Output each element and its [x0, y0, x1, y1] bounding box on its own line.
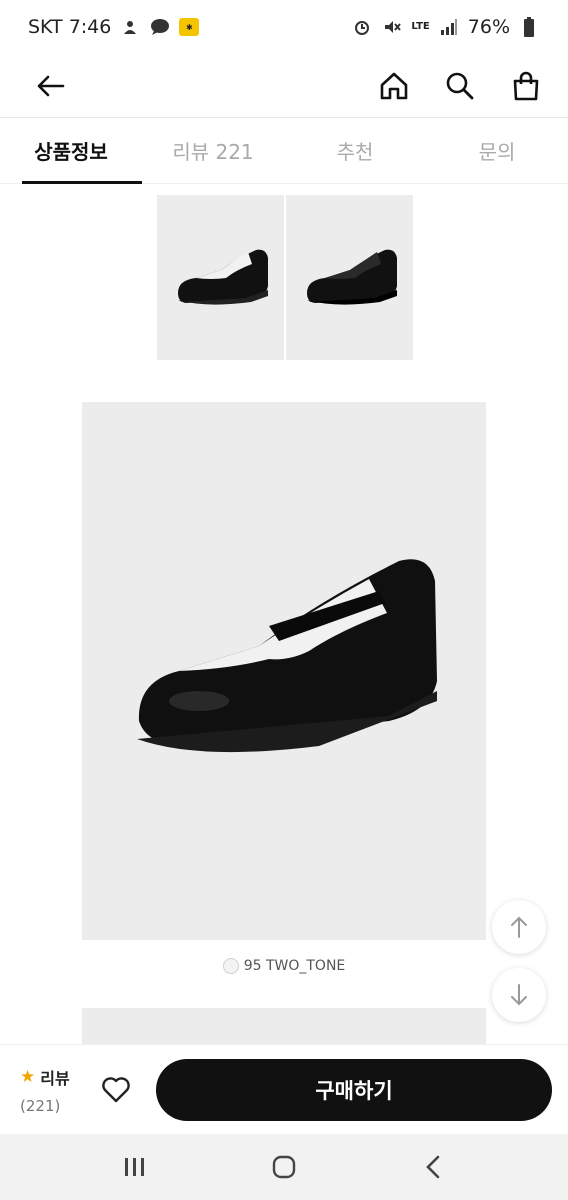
cart-button[interactable]: [508, 68, 544, 104]
app-bar: [0, 54, 568, 118]
tab-product-info[interactable]: 상품정보: [0, 118, 142, 184]
app-badge-icon: ✱: [179, 18, 200, 36]
home-icon: [380, 72, 408, 99]
scroll-top-button[interactable]: [492, 900, 546, 954]
tab-recommend[interactable]: 추천: [284, 118, 426, 183]
chat-icon: [149, 16, 171, 38]
color-swatch: [222, 958, 239, 974]
tab-reviews[interactable]: 리뷰 221: [142, 118, 284, 183]
carrier-time: SKT 7:46: [28, 16, 112, 38]
status-bar: SKT 7:46 ✱ LTE 76%: [0, 0, 568, 54]
arrow-up-icon: [511, 916, 527, 938]
alarm-icon: [351, 16, 373, 38]
wishlist-button[interactable]: [96, 1070, 136, 1110]
thumbnail-black[interactable]: [286, 195, 413, 360]
home-nav-button[interactable]: [259, 1147, 309, 1187]
product-main-image: [82, 402, 486, 940]
status-left: SKT 7:46 ✱: [28, 16, 200, 38]
review-count: (221): [20, 1096, 61, 1115]
loafer-black-image: [306, 249, 397, 305]
review-label: 리뷰: [40, 1068, 70, 1088]
back-button[interactable]: [32, 68, 68, 104]
network-type: LTE: [411, 21, 430, 32]
loafer-two-tone-large-image: [137, 559, 437, 753]
scroll-bottom-button[interactable]: [492, 968, 546, 1022]
notification-icon: [119, 16, 141, 38]
product-next-image: [82, 1008, 486, 1048]
home-button[interactable]: [376, 68, 412, 104]
product-thumbnails: [157, 195, 413, 360]
search-button[interactable]: [442, 68, 478, 104]
back-nav-button[interactable]: [408, 1147, 458, 1187]
recent-apps-icon: [124, 1158, 144, 1176]
shopping-bag-icon: [513, 71, 539, 100]
color-option-label: 95 TWO_TONE: [243, 958, 346, 974]
home-nav-icon: [272, 1155, 296, 1179]
mute-icon: [381, 16, 403, 38]
app-bar-actions: [376, 68, 544, 104]
signal-icon: [438, 16, 460, 38]
review-summary[interactable]: ★ 리뷰 (221): [20, 1065, 80, 1115]
heart-icon: [102, 1076, 130, 1102]
system-nav-bar: [0, 1134, 568, 1200]
review-summary-top: ★ 리뷰: [20, 1065, 70, 1089]
arrow-left-icon: [37, 75, 65, 96]
recent-apps-button[interactable]: [110, 1147, 160, 1187]
battery-icon: [518, 16, 540, 38]
purchase-bar: ★ 리뷰 (221) 구매하기: [0, 1044, 568, 1134]
battery-percent: 76%: [467, 16, 510, 38]
product-tabs: 상품정보 리뷰 221 추천 문의: [0, 118, 568, 184]
thumbnail-two-tone[interactable]: [157, 195, 284, 360]
loafer-two-tone-image: [177, 249, 268, 305]
buy-button[interactable]: 구매하기: [156, 1058, 552, 1121]
search-icon: [446, 72, 474, 99]
color-option-caption: 95 TWO_TONE: [0, 958, 568, 974]
arrow-down-icon: [511, 984, 527, 1006]
back-nav-icon: [426, 1155, 440, 1179]
star-icon: ★: [20, 1066, 36, 1087]
tab-inquiry[interactable]: 문의: [426, 118, 568, 183]
status-right: LTE 76%: [351, 16, 540, 38]
